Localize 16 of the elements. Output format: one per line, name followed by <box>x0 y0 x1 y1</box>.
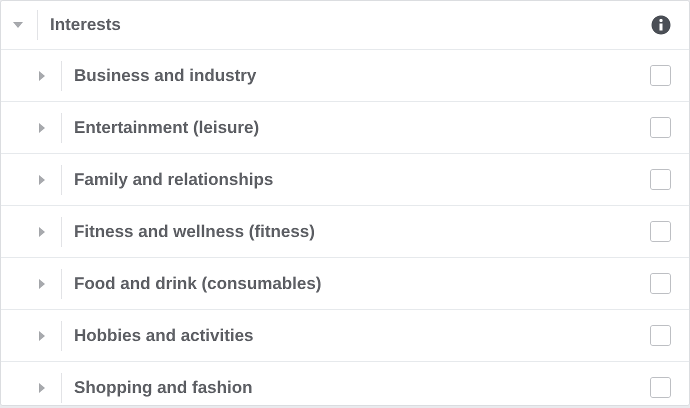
category-label: Entertainment (leisure) <box>74 118 260 138</box>
section-title: Interests <box>50 15 122 35</box>
category-label: Family and relationships <box>74 170 274 190</box>
checkbox[interactable] <box>650 169 671 190</box>
category-label: Fitness and wellness (fitness) <box>74 222 316 242</box>
category-label: Shopping and fashion <box>74 378 254 398</box>
checkbox[interactable] <box>650 117 671 138</box>
checkbox[interactable] <box>650 377 671 398</box>
checkbox[interactable] <box>650 273 671 294</box>
category-label: Hobbies and activities <box>74 326 254 346</box>
info-icon[interactable] <box>651 15 671 35</box>
checkbox[interactable] <box>650 65 671 86</box>
checkbox[interactable] <box>650 325 671 346</box>
category-label: Food and drink (consumables) <box>74 274 322 294</box>
category-label: Business and industry <box>74 66 258 86</box>
checkbox[interactable] <box>650 221 671 242</box>
